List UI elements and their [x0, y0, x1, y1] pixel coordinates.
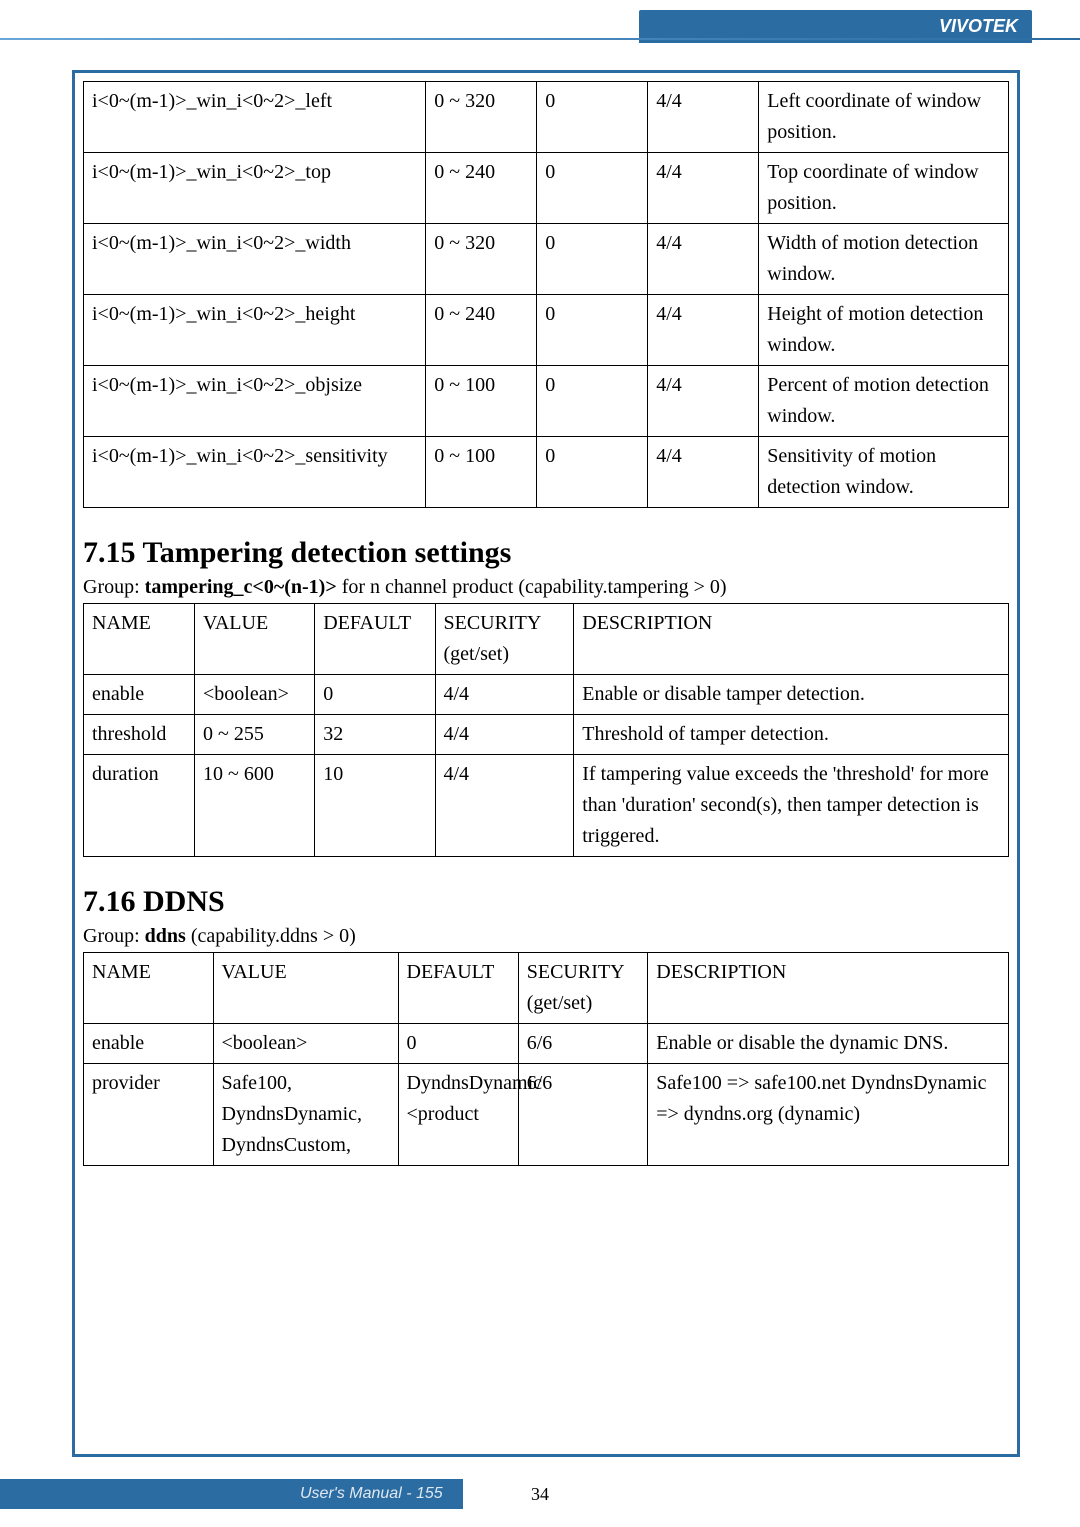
- col-desc: DESCRIPTION: [574, 604, 1009, 675]
- cell-def: 0: [537, 82, 648, 153]
- cell-value: Safe100, DyndnsDynamic, DyndnsCustom,: [213, 1064, 398, 1166]
- cell-sec: 4/4: [648, 366, 759, 437]
- col-def: DEFAULT: [315, 604, 435, 675]
- col-def: DEFAULT: [398, 953, 518, 1024]
- cell-value: <boolean>: [195, 675, 315, 715]
- cell-value: 0 ~ 240: [426, 295, 537, 366]
- cell-sec: 4/4: [435, 675, 574, 715]
- col-sec: SECURITY (get/set): [518, 953, 648, 1024]
- cell-desc: Enable or disable the dynamic DNS.: [648, 1024, 1009, 1064]
- table-row: threshold 0 ~ 255 32 4/4 Threshold of ta…: [84, 715, 1009, 755]
- section-716-group: Group: ddns (capability.ddns > 0): [83, 925, 1009, 948]
- col-value: VALUE: [195, 604, 315, 675]
- cell-def: 0: [537, 437, 648, 508]
- col-name: NAME: [84, 953, 214, 1024]
- page-footer: 34 User's Manual - 155: [0, 1479, 1080, 1509]
- cell-sec: 4/4: [648, 82, 759, 153]
- cell-name: i<0~(m-1)>_win_i<0~2>_width: [84, 224, 426, 295]
- cell-sec: 6/6: [518, 1024, 648, 1064]
- cell-value: 0 ~ 320: [426, 82, 537, 153]
- cell-def: 0: [315, 675, 435, 715]
- cell-name: i<0~(m-1)>_win_i<0~2>_sensitivity: [84, 437, 426, 508]
- cell-def: DyndnsDynamic <product: [398, 1064, 518, 1166]
- cell-def: 10: [315, 755, 435, 857]
- cell-name: enable: [84, 675, 195, 715]
- cell-def: 0: [537, 224, 648, 295]
- col-desc: DESCRIPTION: [648, 953, 1009, 1024]
- cell-value: <boolean>: [213, 1024, 398, 1064]
- cell-sec: 4/4: [435, 755, 574, 857]
- col-value: VALUE: [213, 953, 398, 1024]
- cell-desc: Height of motion detection window.: [759, 295, 1009, 366]
- cell-sec: 4/4: [648, 437, 759, 508]
- section-716-heading: 7.16 DDNS: [83, 885, 1009, 919]
- cell-value: 0 ~ 320: [426, 224, 537, 295]
- table-row: i<0~(m-1)>_win_i<0~2>_sensitivity 0 ~ 10…: [84, 437, 1009, 508]
- table-row: enable <boolean> 0 6/6 Enable or disable…: [84, 1024, 1009, 1064]
- cell-sec: 4/4: [648, 153, 759, 224]
- cell-sec: 4/4: [648, 295, 759, 366]
- table-row: i<0~(m-1)>_win_i<0~2>_height 0 ~ 240 0 4…: [84, 295, 1009, 366]
- cell-value: 0 ~ 100: [426, 437, 537, 508]
- ddns-table: NAME VALUE DEFAULT SECURITY (get/set) DE…: [83, 952, 1009, 1166]
- cell-def: 0: [537, 366, 648, 437]
- table-row: duration 10 ~ 600 10 4/4 If tampering va…: [84, 755, 1009, 857]
- table-row: i<0~(m-1)>_win_i<0~2>_left 0 ~ 320 0 4/4…: [84, 82, 1009, 153]
- cell-sec: 4/4: [435, 715, 574, 755]
- cell-value: 0 ~ 100: [426, 366, 537, 437]
- cell-name: i<0~(m-1)>_win_i<0~2>_left: [84, 82, 426, 153]
- cell-desc: Threshold of tamper detection.: [574, 715, 1009, 755]
- cell-sec: 6/6: [518, 1064, 648, 1166]
- cell-def: 0: [537, 153, 648, 224]
- cell-value: 0 ~ 255: [195, 715, 315, 755]
- group-prefix: Group:: [83, 576, 145, 598]
- cell-value: 10 ~ 600: [195, 755, 315, 857]
- cell-name: threshold: [84, 715, 195, 755]
- cell-def: 32: [315, 715, 435, 755]
- group-suffix: for n channel product (capability.tamper…: [337, 576, 727, 598]
- table-row: enable <boolean> 0 4/4 Enable or disable…: [84, 675, 1009, 715]
- table-row: provider Safe100, DyndnsDynamic, DyndnsC…: [84, 1064, 1009, 1166]
- cell-sec: 4/4: [648, 224, 759, 295]
- group-prefix: Group:: [83, 925, 145, 947]
- cell-name: i<0~(m-1)>_win_i<0~2>_objsize: [84, 366, 426, 437]
- group-bold: ddns: [145, 925, 186, 947]
- section-715-group: Group: tampering_c<0~(n-1)> for n channe…: [83, 576, 1009, 599]
- cell-name: duration: [84, 755, 195, 857]
- cell-desc: Left coordinate of window position.: [759, 82, 1009, 153]
- tampering-table: NAME VALUE DEFAULT SECURITY (get/set) DE…: [83, 603, 1009, 857]
- group-suffix: (capability.ddns > 0): [186, 925, 356, 947]
- table-row: i<0~(m-1)>_win_i<0~2>_width 0 ~ 320 0 4/…: [84, 224, 1009, 295]
- table-header-row: NAME VALUE DEFAULT SECURITY (get/set) DE…: [84, 604, 1009, 675]
- cell-value: 0 ~ 240: [426, 153, 537, 224]
- page-number-right: User's Manual - 155: [0, 1479, 463, 1509]
- table-header-row: NAME VALUE DEFAULT SECURITY (get/set) DE…: [84, 953, 1009, 1024]
- page-frame: Confidential i<0~(m-1)>_win_i<0~2>_left …: [72, 70, 1020, 1457]
- table-row: i<0~(m-1)>_win_i<0~2>_objsize 0 ~ 100 0 …: [84, 366, 1009, 437]
- group-bold: tampering_c<0~(n-1)>: [145, 576, 337, 598]
- motion-window-table: i<0~(m-1)>_win_i<0~2>_left 0 ~ 320 0 4/4…: [83, 81, 1009, 508]
- cell-desc: Width of motion detection window.: [759, 224, 1009, 295]
- cell-desc: Top coordinate of window position.: [759, 153, 1009, 224]
- cell-desc: Percent of motion detection window.: [759, 366, 1009, 437]
- cell-name: provider: [84, 1064, 214, 1166]
- cell-def: 0: [398, 1024, 518, 1064]
- header-divider: [0, 38, 1080, 40]
- col-sec: SECURITY (get/set): [435, 604, 574, 675]
- section-715-heading: 7.15 Tampering detection settings: [83, 536, 1009, 570]
- col-name: NAME: [84, 604, 195, 675]
- table-row: i<0~(m-1)>_win_i<0~2>_top 0 ~ 240 0 4/4 …: [84, 153, 1009, 224]
- cell-desc: Enable or disable tamper detection.: [574, 675, 1009, 715]
- cell-desc: Safe100 => safe100.net DyndnsDynamic => …: [648, 1064, 1009, 1166]
- cell-desc: If tampering value exceeds the 'threshol…: [574, 755, 1009, 857]
- cell-name: i<0~(m-1)>_win_i<0~2>_top: [84, 153, 426, 224]
- cell-def: 0: [537, 295, 648, 366]
- cell-name: i<0~(m-1)>_win_i<0~2>_height: [84, 295, 426, 366]
- cell-desc: Sensitivity of motion detection window.: [759, 437, 1009, 508]
- cell-name: enable: [84, 1024, 214, 1064]
